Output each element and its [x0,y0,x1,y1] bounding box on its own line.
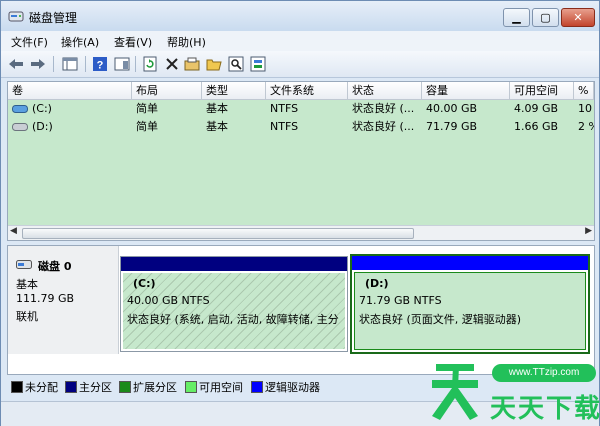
legend-label-free: 可用空间 [199,381,243,394]
forward-icon[interactable] [29,55,47,73]
help-icon[interactable]: ? [91,55,109,73]
show-hide-pane-icon[interactable] [113,55,131,73]
table-row[interactable]: (C:) 简单 基本 NTFS 状态良好 (... 40.00 GB 4.09 … [8,100,594,118]
properties-icon[interactable] [183,55,201,73]
partition-d-name: (D:) [365,277,389,290]
minimize-button[interactable]: ▁ [503,8,530,27]
volume-free-space: 1.66 GB [514,120,559,133]
disk-properties-icon[interactable] [249,55,267,73]
legend-swatch-logical [251,381,263,393]
watermark-url-pill: www.TTzip.com [492,364,596,382]
maximize-icon: ▢ [540,11,551,24]
site-watermark: www.TTzip.com 天天下载 [430,352,600,424]
column-header-filesystem[interactable]: 文件系统 [266,82,348,100]
volume-status: 状态良好 (... [352,120,415,133]
legend-label-primary: 主分区 [79,381,112,394]
menu-bar: 文件(F) 操作(A) 查看(V) 帮助(H) [1,31,599,51]
back-icon[interactable] [7,55,25,73]
legend-label-logical: 逻辑驱动器 [265,381,320,394]
volume-filesystem: NTFS [270,102,299,115]
volume-capacity: 40.00 GB [426,102,478,115]
partition-d-size: 71.79 GB NTFS [359,294,442,307]
scrollbar-thumb[interactable] [22,228,414,239]
volume-drive-icon [12,105,28,113]
partition-d[interactable]: (D:) 71.79 GB NTFS 状态良好 (页面文件, 逻辑驱动器) [350,254,590,354]
column-header-volume[interactable]: 卷 [8,82,132,100]
watermark-logo-icon [432,364,478,420]
scroll-left-icon[interactable]: ◀ [10,226,17,236]
partition-c-size: 40.00 GB NTFS [127,294,210,307]
column-header-capacity[interactable]: 容量 [422,82,510,100]
menu-action[interactable]: 操作(A) [61,34,99,50]
delete-icon[interactable] [163,55,181,73]
partition-c-name: (C:) [133,277,156,290]
volume-layout: 简单 [136,102,158,115]
disk-state: 联机 [16,310,38,323]
volume-name: (C:) [32,102,52,115]
logical-drive-bar [352,256,588,270]
toolbar: ? [1,51,599,78]
open-folder-icon[interactable] [205,55,223,73]
volume-drive-icon [12,123,28,131]
legend-swatch-unallocated [11,381,23,393]
disk-type: 基本 [16,278,38,291]
disk-icon [16,260,32,269]
svg-text:?: ? [97,60,104,72]
disk-0-label[interactable]: 磁盘 0 基本 111.79 GB 联机 [8,246,119,354]
table-row[interactable]: (D:) 简单 基本 NTFS 状态良好 (... 71.79 GB 1.66 … [8,118,594,136]
volume-name: (D:) [32,120,53,133]
primary-partition-bar [121,257,347,271]
disk-management-app-icon [8,11,24,22]
partition-c-body: (C:) 40.00 GB NTFS 状态良好 (系统, 启动, 活动, 故障转… [123,273,345,349]
refresh-icon[interactable] [141,55,159,73]
menu-help[interactable]: 帮助(H) [167,34,206,50]
legend-label-extended: 扩展分区 [133,381,177,394]
disk-size: 111.79 GB [16,292,75,305]
volume-type: 基本 [206,120,228,133]
column-header-percent-free[interactable]: % [574,82,594,100]
menu-file[interactable]: 文件(F) [11,34,48,50]
partition-d-status: 状态良好 (页面文件, 逻辑驱动器) [359,313,522,326]
maximize-button[interactable]: ▢ [532,8,559,27]
horizontal-scrollbar[interactable]: ◀ ▶ [8,225,594,240]
menu-view[interactable]: 查看(V) [114,34,152,50]
partition-d-body: (D:) 71.79 GB NTFS 状态良好 (页面文件, 逻辑驱动器) [354,272,586,350]
volume-list: 卷 布局 类型 文件系统 状态 容量 可用空间 % (C:) 简单 基本 NTF… [7,81,595,241]
close-icon: ✕ [573,11,583,24]
console-tree-icon[interactable] [61,55,79,73]
title-bar: 磁盘管理 ▁ ▢ ✕ [1,1,599,31]
legend-swatch-primary [65,381,77,393]
scroll-right-icon[interactable]: ▶ [585,226,592,236]
column-header-free-space[interactable]: 可用空间 [510,82,574,100]
volume-percent-free: 10 [578,102,592,115]
toolbar-separator [53,56,54,72]
toolbar-separator [85,56,86,72]
column-header-status[interactable]: 状态 [348,82,422,100]
legend-swatch-free [185,381,197,393]
volume-status: 状态良好 (... [352,102,415,115]
volume-free-space: 4.09 GB [514,102,559,115]
volume-percent-free: 2 % [578,120,594,133]
watermark-brand: 天天下载 [490,394,600,424]
watermark-url: www.TTzip.com [508,367,580,378]
column-header-type[interactable]: 类型 [202,82,266,100]
search-icon[interactable] [227,55,245,73]
minimize-icon: ▁ [512,11,521,24]
legend-label-unallocated: 未分配 [25,381,58,394]
column-header-layout[interactable]: 布局 [132,82,202,100]
legend-swatch-extended [119,381,131,393]
close-button[interactable]: ✕ [561,8,595,27]
volume-type: 基本 [206,102,228,115]
partition-c[interactable]: (C:) 40.00 GB NTFS 状态良好 (系统, 启动, 活动, 故障转… [120,256,348,352]
toolbar-separator [135,56,136,72]
disk-name: 磁盘 0 [38,260,72,273]
volume-layout: 简单 [136,120,158,133]
volume-filesystem: NTFS [270,120,299,133]
window-title: 磁盘管理 [29,11,78,25]
partition-c-status: 状态良好 (系统, 启动, 活动, 故障转储, 主分 [127,313,339,326]
volume-capacity: 71.79 GB [426,120,478,133]
